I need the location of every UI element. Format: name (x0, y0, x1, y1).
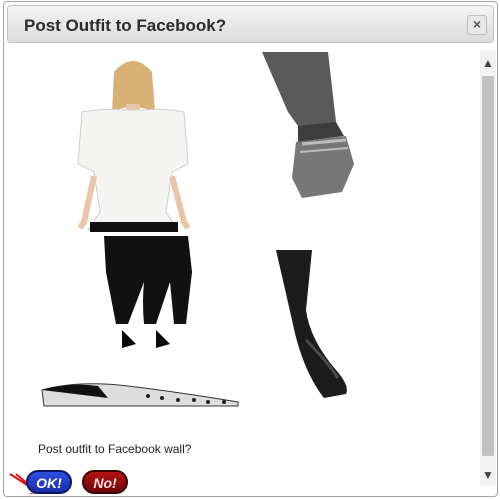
dialog-content: Post outfit to Facebook wall? OK! No! (8, 48, 478, 494)
vertical-scrollbar[interactable]: ▲ ▼ (480, 50, 496, 486)
scroll-down-icon[interactable]: ▼ (480, 466, 496, 484)
item-hosiery-image (266, 250, 366, 400)
item-bracelet-image (258, 51, 368, 202)
ok-button[interactable]: OK! (26, 470, 72, 494)
scroll-up-icon[interactable]: ▲ (480, 54, 496, 72)
post-question-text: Post outfit to Facebook wall? (38, 442, 192, 456)
dialog-title: Post Outfit to Facebook? (24, 16, 227, 35)
item-pants-image (92, 232, 202, 352)
item-shoe-image (38, 378, 248, 408)
dialog-titlebar[interactable]: Post Outfit to Facebook? × (7, 5, 494, 43)
item-top-image (60, 52, 210, 232)
no-button[interactable]: No! (82, 470, 128, 494)
close-icon[interactable]: × (467, 15, 487, 35)
scrollbar-thumb[interactable] (482, 76, 494, 456)
post-outfit-dialog: Post Outfit to Facebook? × Post outfit t… (3, 1, 498, 497)
